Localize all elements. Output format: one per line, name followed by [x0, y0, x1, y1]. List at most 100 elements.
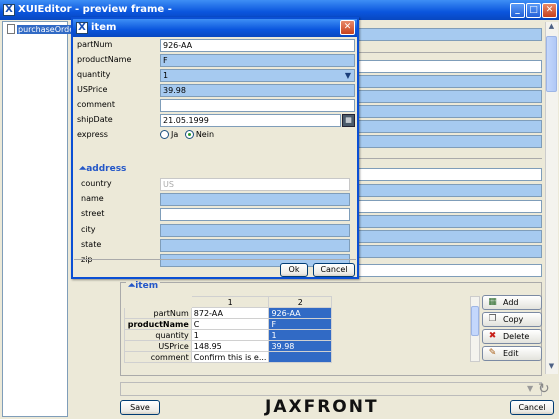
- table-cell[interactable]: 148.95: [190, 340, 270, 352]
- express-label: express: [77, 130, 108, 139]
- delete-button[interactable]: ✖ Delete: [482, 329, 542, 344]
- dialog-divider: [74, 259, 356, 260]
- table-header-row: 1 2: [124, 296, 332, 308]
- row-header: productName: [124, 318, 192, 330]
- address-section-title[interactable]: ⏶address: [79, 164, 126, 174]
- delete-icon: ✖: [488, 331, 497, 341]
- background-field[interactable]: [356, 105, 542, 118]
- background-field[interactable]: [356, 168, 542, 181]
- ok-button[interactable]: Ok: [280, 263, 308, 277]
- dialog-cancel-button[interactable]: Cancel: [313, 263, 355, 277]
- dialog-title-bar[interactable]: X item ✕: [73, 19, 357, 37]
- table-row[interactable]: comment Confirm this is e...: [124, 351, 332, 363]
- table-row[interactable]: productName C F: [124, 318, 332, 330]
- city-input[interactable]: [160, 224, 350, 237]
- table-row[interactable]: partNum 872-AA 926-AA: [124, 307, 332, 319]
- background-field[interactable]: [356, 200, 542, 213]
- comment-input[interactable]: [160, 99, 355, 112]
- status-strip: [120, 382, 542, 396]
- refresh-icon[interactable]: ↻: [538, 382, 554, 398]
- copy-button-label: Copy: [503, 315, 524, 324]
- dropdown-arrow-icon[interactable]: ▼: [527, 384, 537, 394]
- divider: [356, 52, 542, 53]
- name-input[interactable]: [160, 193, 350, 206]
- item-section-title[interactable]: ⏶item: [126, 281, 161, 291]
- background-field[interactable]: [356, 28, 542, 41]
- maximize-button[interactable]: □: [526, 3, 541, 18]
- table-cell[interactable]: [268, 351, 332, 363]
- column-header[interactable]: 1: [190, 296, 270, 308]
- row-header: comment: [124, 351, 192, 363]
- xui-app-icon: X: [3, 4, 15, 16]
- table-cell[interactable]: 926-AA: [268, 307, 332, 319]
- address-section-label: address: [86, 164, 127, 174]
- quantity-select[interactable]: 1 ▼: [160, 69, 355, 82]
- table-scrollbar-thumb[interactable]: [471, 306, 479, 336]
- row-header: USPrice: [124, 340, 192, 352]
- delete-button-label: Delete: [503, 332, 530, 341]
- close-button[interactable]: ✕: [542, 3, 557, 18]
- background-field[interactable]: [356, 245, 542, 258]
- table-row[interactable]: quantity 1 1: [124, 329, 332, 341]
- background-field[interactable]: [356, 75, 542, 88]
- scroll-up-arrow-icon[interactable]: ▲: [546, 22, 557, 33]
- scrollbar-thumb[interactable]: [546, 36, 557, 92]
- productname-input[interactable]: F: [160, 54, 355, 67]
- radio-nein[interactable]: Nein: [184, 130, 214, 139]
- main-window-title: XUIEditor - preview frame -: [18, 4, 172, 15]
- country-label: country: [81, 179, 112, 188]
- background-field[interactable]: [356, 215, 542, 228]
- background-field[interactable]: [356, 90, 542, 103]
- city-label: city: [81, 225, 96, 234]
- state-label: state: [81, 240, 102, 249]
- shipdate-input[interactable]: 21.05.1999: [160, 114, 341, 127]
- jaxfront-logo: JAXFRONT: [265, 397, 379, 417]
- quantity-value: 1: [163, 71, 169, 80]
- table-cell[interactable]: 1: [190, 329, 270, 341]
- background-field[interactable]: [356, 184, 542, 197]
- background-field[interactable]: [356, 60, 542, 73]
- add-button[interactable]: ▦ Add: [482, 295, 542, 310]
- background-field[interactable]: [356, 135, 542, 148]
- radio-button-selected-icon: [184, 130, 194, 139]
- radio-ja[interactable]: Ja: [160, 130, 178, 139]
- country-input[interactable]: US: [160, 178, 350, 191]
- usprice-input[interactable]: 39.98: [160, 84, 355, 97]
- table-cell[interactable]: Confirm this is e...: [190, 351, 270, 363]
- table-cell[interactable]: C: [190, 318, 270, 330]
- column-header[interactable]: 2: [268, 296, 332, 308]
- item-section-label: item: [135, 281, 159, 291]
- table-row[interactable]: USPrice 148.95 39.98: [124, 340, 332, 352]
- item-table[interactable]: 1 2 partNum 872-AA 926-AA productName C …: [124, 296, 332, 363]
- edit-button[interactable]: ✎ Edit: [482, 346, 542, 361]
- background-field[interactable]: [356, 120, 542, 133]
- copy-button[interactable]: ❐ Copy: [482, 312, 542, 327]
- table-cell[interactable]: F: [268, 318, 332, 330]
- state-input[interactable]: [160, 239, 350, 252]
- table-cell[interactable]: 39.98: [268, 340, 332, 352]
- main-cancel-button[interactable]: Cancel: [510, 400, 554, 415]
- name-label: name: [81, 194, 104, 203]
- table-cell[interactable]: 872-AA: [190, 307, 270, 319]
- table-cell[interactable]: 1: [268, 329, 332, 341]
- minimize-button[interactable]: _: [510, 3, 525, 18]
- tree-item-purchase-order[interactable]: purchaseOrder: [7, 24, 79, 34]
- save-button[interactable]: Save: [120, 400, 160, 415]
- document-icon: [7, 24, 15, 34]
- express-radio-group: Ja Nein: [160, 130, 214, 139]
- dialog-title: item: [91, 22, 117, 33]
- scroll-down-arrow-icon[interactable]: ▼: [546, 362, 557, 373]
- tree-panel[interactable]: purchaseOrder: [2, 21, 79, 417]
- background-field[interactable]: [356, 264, 542, 277]
- item-dialog: X item ✕ partNum 926-AA productName F qu…: [71, 17, 359, 279]
- partnum-input[interactable]: 926-AA: [160, 39, 355, 52]
- edit-pencil-icon: ✎: [488, 348, 497, 358]
- tree-item-label: purchaseOrder: [17, 24, 79, 34]
- street-input[interactable]: [160, 208, 350, 221]
- dialog-close-button[interactable]: ✕: [340, 20, 355, 35]
- row-header: partNum: [124, 307, 192, 319]
- chevron-down-icon[interactable]: ▼: [345, 70, 351, 81]
- divider: [356, 158, 542, 159]
- calendar-icon[interactable]: ▦: [342, 114, 355, 127]
- background-field[interactable]: [356, 230, 542, 243]
